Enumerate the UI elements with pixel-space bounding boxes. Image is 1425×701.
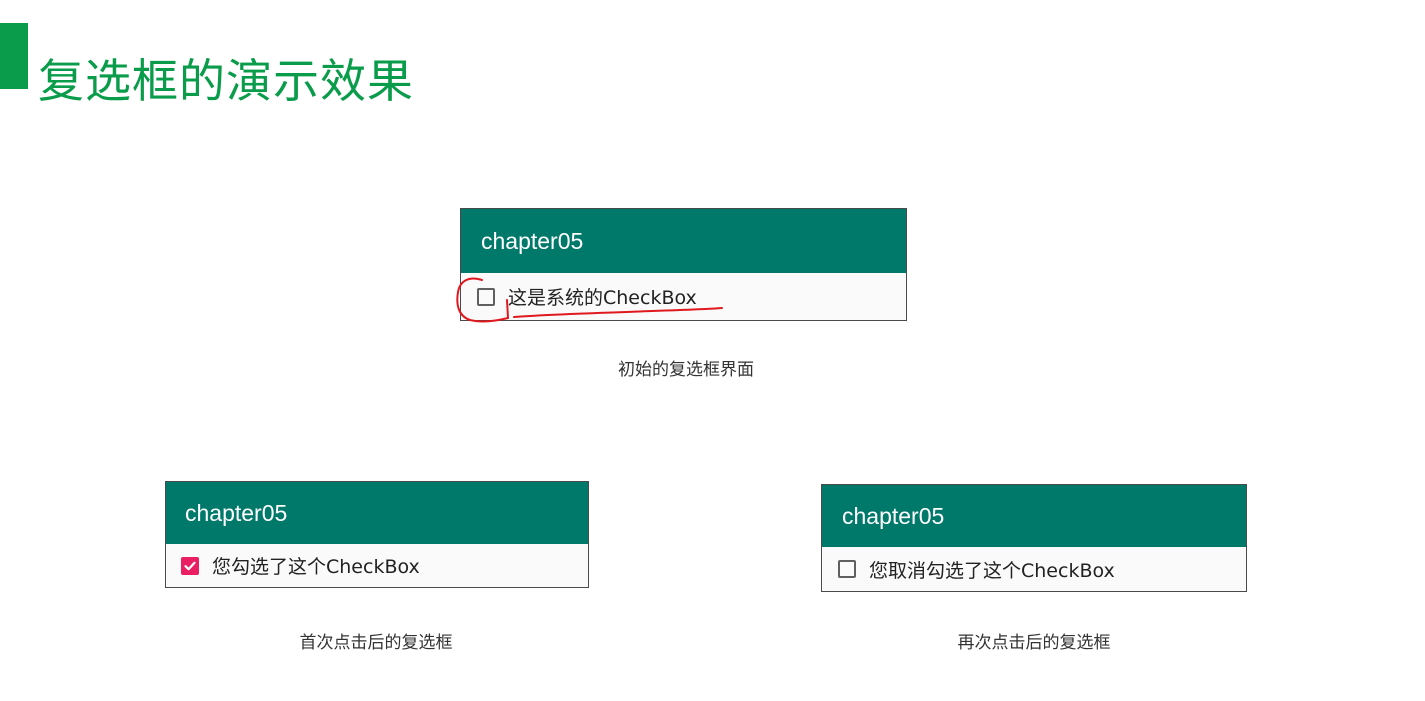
checkbox-label[interactable]: 您勾选了这个CheckBox xyxy=(212,552,420,579)
slide-title: 复选框的演示效果 xyxy=(38,53,414,108)
app-title: chapter05 xyxy=(842,502,945,529)
checkmark-icon xyxy=(184,561,196,570)
app-title: chapter05 xyxy=(481,227,584,254)
screen-unchecked-state: chapter05 您取消勾选了这个CheckBox xyxy=(821,484,1247,592)
app-title: chapter05 xyxy=(185,499,288,526)
screen-checked-state: chapter05 您勾选了这个CheckBox xyxy=(165,481,589,588)
checkbox-unchecked-icon[interactable] xyxy=(477,287,495,306)
checkbox-label[interactable]: 这是系统的CheckBox xyxy=(508,283,697,310)
title-accent-bar xyxy=(0,23,28,89)
checkbox-label[interactable]: 您取消勾选了这个CheckBox xyxy=(869,556,1115,583)
app-bar: chapter05 xyxy=(461,209,906,273)
screen-initial-state: chapter05 这是系统的CheckBox xyxy=(460,208,907,321)
caption-initial: 初始的复选框界面 xyxy=(618,360,754,380)
checkbox-row[interactable]: 您勾选了这个CheckBox xyxy=(166,544,588,587)
checkbox-unchecked-icon[interactable] xyxy=(838,560,856,578)
caption-checked: 首次点击后的复选框 xyxy=(299,633,453,653)
checkbox-row[interactable]: 这是系统的CheckBox xyxy=(461,273,906,320)
checkbox-row[interactable]: 您取消勾选了这个CheckBox xyxy=(822,547,1246,591)
caption-unchecked: 再次点击后的复选框 xyxy=(957,633,1111,653)
app-bar: chapter05 xyxy=(822,485,1246,547)
app-bar: chapter05 xyxy=(166,482,588,544)
checkbox-checked-icon[interactable] xyxy=(181,556,199,575)
